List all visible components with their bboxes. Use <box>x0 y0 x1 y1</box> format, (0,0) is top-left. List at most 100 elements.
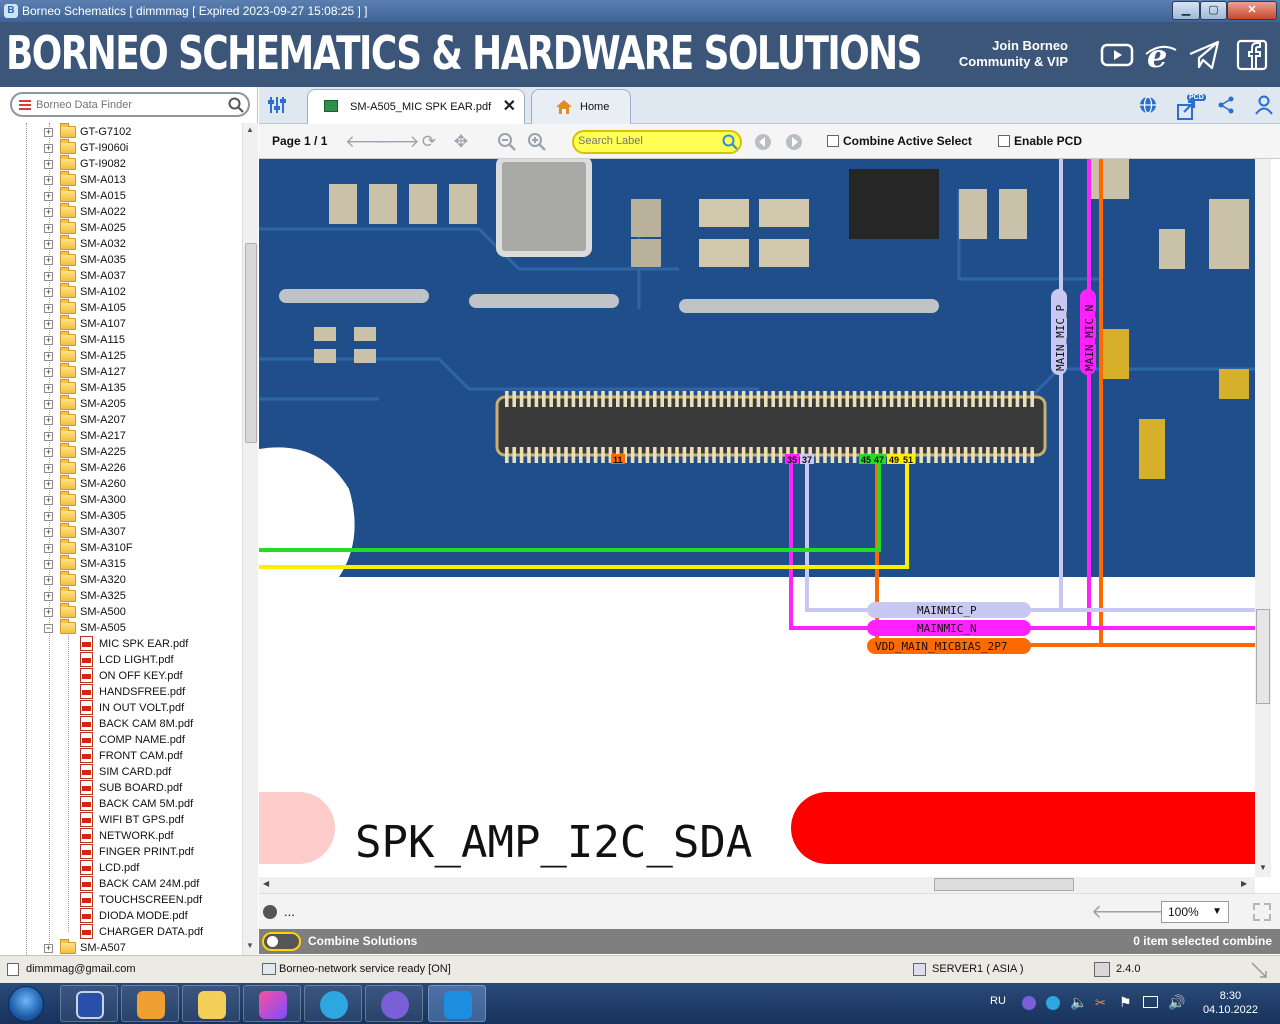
expand-icon[interactable]: + <box>44 320 53 329</box>
expand-icon[interactable]: + <box>44 128 53 137</box>
next-result-icon[interactable] <box>784 132 804 152</box>
expand-icon[interactable]: + <box>44 432 53 441</box>
collapse-icon[interactable]: − <box>44 624 53 633</box>
tree-folder[interactable]: + SM-A305 <box>0 507 242 524</box>
tree-file[interactable]: SIM CARD.pdf <box>0 764 242 780</box>
schematic-tree[interactable]: + GT-G7102 + GT-I9060i + GT-I9082 + SM-A013 + SM-… <box>0 123 242 955</box>
telegram-tray-icon[interactable] <box>1046 996 1060 1010</box>
expand-icon[interactable]: + <box>44 944 53 953</box>
expand-icon[interactable]: + <box>44 288 53 297</box>
taskbar-app-borneo[interactable] <box>428 985 486 1022</box>
language-indicator[interactable]: RU <box>990 995 1006 1007</box>
scroll-left-arrow[interactable]: ◀ <box>263 879 269 888</box>
tree-file[interactable]: BACK CAM 5M.pdf <box>0 796 242 812</box>
taskbar-app-telegram[interactable] <box>304 985 362 1022</box>
tree-folder[interactable]: + SM-A013 <box>0 171 242 188</box>
tree-file[interactable]: HANDSFREE.pdf <box>0 684 242 700</box>
next-page-icon[interactable]: 🡒 <box>374 132 420 152</box>
taskbar-app-media[interactable] <box>121 985 179 1022</box>
expand-icon[interactable]: + <box>44 176 53 185</box>
minimize-button[interactable]: ▁ <box>1172 1 1200 20</box>
resize-grip-icon[interactable] <box>1250 961 1268 979</box>
expand-icon[interactable]: + <box>44 336 53 345</box>
close-tab-button[interactable]: ✕ <box>503 90 516 124</box>
tree-file[interactable]: LCD.pdf <box>0 860 242 876</box>
scroll-right-arrow[interactable]: ▶ <box>1241 879 1247 888</box>
search-label-box[interactable] <box>572 130 742 154</box>
expand-icon[interactable]: + <box>44 416 53 425</box>
checkbox-box[interactable] <box>998 135 1010 147</box>
expand-icon[interactable]: + <box>44 592 53 601</box>
start-button[interactable] <box>8 986 44 1022</box>
tree-folder[interactable]: + SM-A035 <box>0 251 242 268</box>
combine-active-select-checkbox[interactable]: Combine Active Select <box>827 134 972 148</box>
tree-scrollbar[interactable]: ▲ ▼ <box>242 123 258 955</box>
viewer-horizontal-scrollbar[interactable]: ◀ ▶ <box>259 877 1255 893</box>
telegram-icon[interactable] <box>1187 38 1221 72</box>
expand-icon[interactable]: + <box>44 448 53 457</box>
zoom-in-icon[interactable] <box>527 132 547 152</box>
tree-folder[interactable]: + SM-A260 <box>0 475 242 492</box>
tree-file[interactable]: FRONT CAM.pdf <box>0 748 242 764</box>
tree-folder[interactable]: + SM-A500 <box>0 603 242 620</box>
tree-folder[interactable]: + SM-A022 <box>0 203 242 220</box>
tree-file[interactable]: LCD LIGHT.pdf <box>0 652 242 668</box>
combine-solutions-toggle[interactable] <box>262 932 301 951</box>
tree-file[interactable]: WIFI BT GPS.pdf <box>0 812 242 828</box>
tree-folder[interactable]: + SM-A310F <box>0 539 242 556</box>
tree-folder[interactable]: − SM-A505 <box>0 619 242 636</box>
pcd-button[interactable]: PCD <box>1177 94 1206 120</box>
user-icon[interactable] <box>1255 95 1273 115</box>
close-window-button[interactable]: ✕ <box>1227 1 1277 20</box>
tree-file[interactable]: CHARGER DATA.pdf <box>0 924 242 940</box>
share-icon[interactable] <box>1217 96 1235 114</box>
tab-pdf-document[interactable]: SM-A505_MIC SPK EAR.pdf ✕ <box>307 89 525 124</box>
menu-icon[interactable] <box>19 100 31 110</box>
tree-folder[interactable]: + SM-A025 <box>0 219 242 236</box>
tree-file[interactable]: BACK CAM 24M.pdf <box>0 876 242 892</box>
tree-folder[interactable]: + SM-A225 <box>0 443 242 460</box>
globe-icon[interactable] <box>1139 96 1157 114</box>
search-label-icon[interactable] <box>722 134 738 150</box>
tree-folder[interactable]: + GT-I9082 <box>0 155 242 172</box>
settings-sliders-icon[interactable] <box>267 96 287 114</box>
expand-icon[interactable]: + <box>44 544 53 553</box>
expand-icon[interactable]: + <box>44 400 53 409</box>
tree-folder[interactable]: + SM-A507 <box>0 939 242 955</box>
expand-icon[interactable]: + <box>44 576 53 585</box>
expand-icon[interactable]: + <box>44 464 53 473</box>
rotate-icon[interactable]: ⟳ <box>419 132 439 152</box>
taskbar-app-viber[interactable] <box>365 985 423 1022</box>
tab-home[interactable]: Home <box>531 89 631 124</box>
schematic-canvas[interactable]: 11 35 37 45 47 49 51 MAIN_MIC_P MAIN_MIC… <box>259 159 1255 877</box>
tree-folder[interactable]: + SM-A125 <box>0 347 242 364</box>
expand-icon[interactable]: + <box>44 352 53 361</box>
expand-icon[interactable]: + <box>44 496 53 505</box>
horizontal-scroll-thumb[interactable] <box>934 878 1074 891</box>
system-clock[interactable]: 8:30 04.10.2022 <box>1203 989 1258 1017</box>
vertical-scroll-thumb[interactable] <box>1256 609 1270 704</box>
finder-input[interactable] <box>36 97 216 113</box>
zoom-out-icon[interactable] <box>497 132 517 152</box>
tree-folder[interactable]: + SM-A032 <box>0 235 242 252</box>
tree-folder[interactable]: + SM-A207 <box>0 411 242 428</box>
previous-page-icon[interactable]: 🡐 <box>345 132 391 152</box>
expand-icon[interactable]: + <box>44 480 53 489</box>
tree-folder[interactable]: + SM-A105 <box>0 299 242 316</box>
expand-icon[interactable]: + <box>44 144 53 153</box>
taskbar-app-gem[interactable] <box>243 985 301 1022</box>
tree-file[interactable]: SUB BOARD.pdf <box>0 780 242 796</box>
tree-folder[interactable]: + SM-A107 <box>0 315 242 332</box>
scroll-up-arrow[interactable]: ▲ <box>246 125 254 134</box>
expand-icon[interactable]: + <box>44 384 53 393</box>
expand-icon[interactable]: + <box>44 512 53 521</box>
enable-pcd-checkbox[interactable]: Enable PCD <box>998 134 1082 148</box>
speaker-muted-icon[interactable]: 🔈 <box>1070 994 1087 1011</box>
tree-folder[interactable]: + SM-A037 <box>0 267 242 284</box>
viber-tray-icon[interactable] <box>1022 996 1036 1010</box>
tree-folder[interactable]: + SM-A217 <box>0 427 242 444</box>
tree-folder[interactable]: + SM-A135 <box>0 379 242 396</box>
expand-icon[interactable]: + <box>44 368 53 377</box>
expand-icon[interactable]: + <box>44 608 53 617</box>
tree-folder[interactable]: + SM-A102 <box>0 283 242 300</box>
